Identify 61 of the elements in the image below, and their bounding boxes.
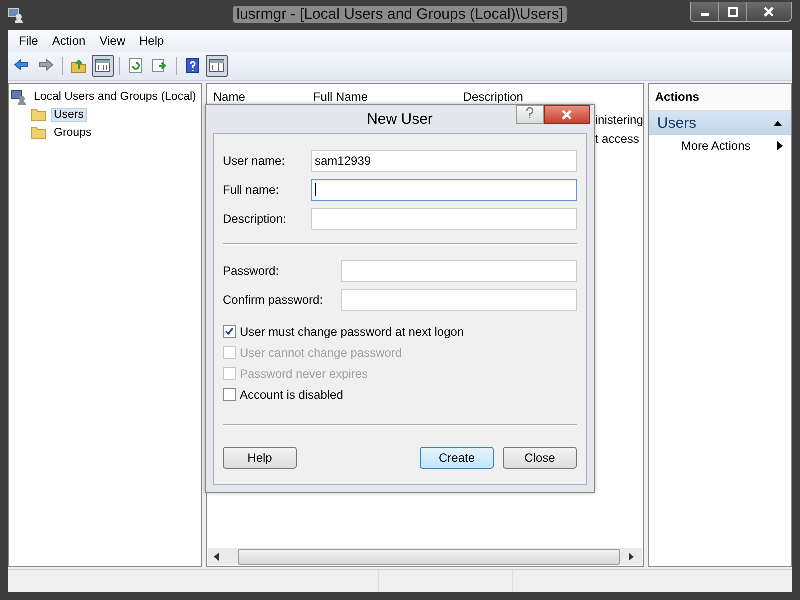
minimize-button[interactable]	[691, 2, 719, 21]
app-icon[interactable]	[8, 7, 24, 23]
dialog-title: New User	[367, 110, 433, 128]
export-list-icon	[151, 57, 169, 75]
table-cell: inistering	[595, 112, 644, 126]
action-pane-icon	[208, 57, 226, 75]
checkbox-label: User must change password at next logon	[240, 324, 464, 338]
input-field[interactable]	[311, 178, 577, 200]
minimize-icon	[700, 13, 708, 16]
submenu-arrow-icon	[777, 141, 783, 151]
input-field[interactable]	[311, 208, 577, 230]
checkbox-label: Password never expires	[240, 366, 368, 380]
column-header[interactable]: Full Name	[307, 90, 458, 106]
field-label: Full name:	[223, 182, 280, 196]
close-button[interactable]	[747, 2, 791, 21]
dialog-button[interactable]: Close	[503, 447, 577, 469]
checkbox[interactable]	[223, 325, 236, 338]
question-mark-icon	[525, 107, 535, 119]
folder-icon	[31, 126, 47, 140]
window-title: lusrmgr - [Local Users and Groups (Local)\Users]	[232, 6, 568, 23]
close-button[interactable]	[544, 105, 590, 124]
checkbox-label: User cannot change password	[240, 346, 402, 360]
field-label: Password:	[223, 264, 280, 278]
field-label: Description:	[223, 212, 288, 226]
menu-item[interactable]: Action	[45, 32, 93, 50]
maximize-icon	[728, 6, 738, 16]
maximize-button[interactable]	[719, 2, 747, 21]
tree-item[interactable]: Groups	[51, 126, 95, 140]
action-link[interactable]: More Actions	[681, 139, 751, 153]
horizontal-scrollbar[interactable]	[208, 548, 642, 565]
close-icon	[763, 6, 775, 16]
field-label: User name:	[223, 154, 286, 168]
input-field[interactable]	[341, 288, 577, 310]
help-icon	[184, 57, 202, 75]
actions-section[interactable]: Users	[649, 111, 791, 135]
checkbox-label: Account is disabled	[240, 388, 344, 402]
menu-item[interactable]: File	[12, 32, 46, 50]
dialog-button[interactable]: Help	[223, 447, 297, 469]
menu-item[interactable]: View	[92, 32, 132, 50]
tree-item[interactable]: Local Users and Groups (Local)	[31, 90, 200, 104]
scroll-right-icon[interactable]	[626, 552, 636, 562]
console-tree-icon	[94, 57, 112, 75]
menu-item[interactable]: Help	[132, 32, 172, 50]
computer-icon	[11, 89, 27, 105]
input-field[interactable]	[341, 260, 577, 282]
tree-item[interactable]: Users	[51, 108, 88, 122]
dialog-button[interactable]: Create	[420, 447, 494, 469]
actions-header: Actions	[649, 84, 791, 111]
input-field[interactable]: sam12939	[311, 150, 577, 172]
refresh-icon	[127, 57, 145, 75]
field-label: Confirm password:	[223, 292, 324, 306]
collapse-triangle-icon	[773, 119, 783, 127]
toolbar-button[interactable]	[92, 55, 114, 77]
checkbox[interactable]	[223, 388, 236, 401]
table-cell: t access	[595, 132, 640, 146]
column-header[interactable]: Description	[457, 90, 644, 106]
column-header[interactable]: Name	[207, 90, 308, 106]
folder-icon	[31, 108, 47, 122]
close-icon	[561, 110, 573, 120]
toolbar-button[interactable]	[206, 55, 228, 77]
folder-up-icon	[70, 57, 88, 75]
